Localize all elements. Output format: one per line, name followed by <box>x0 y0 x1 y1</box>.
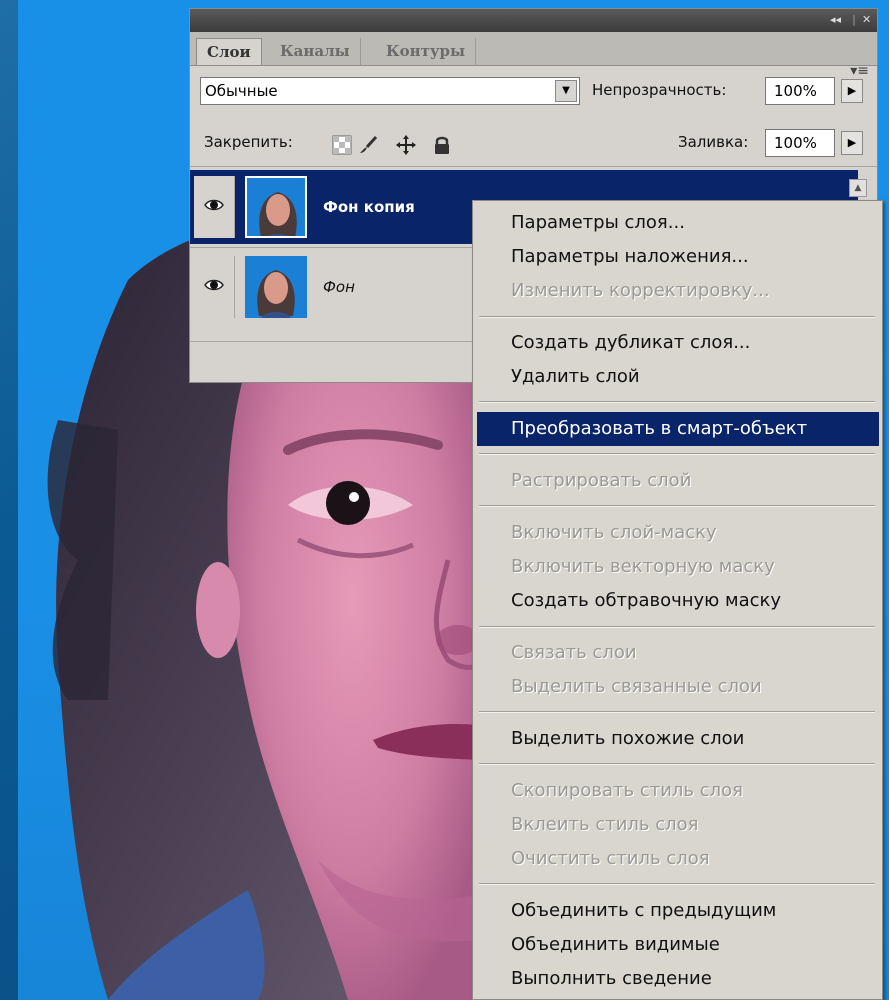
menu-separator <box>479 763 875 765</box>
menu-item-select-similar-layers[interactable]: Выделить похожие слои <box>473 722 882 756</box>
menu-separator <box>479 505 875 507</box>
flyout-arrow-icon[interactable]: ▶ <box>841 131 863 155</box>
menu-separator <box>479 401 875 403</box>
menu-item-edit-adjustment: Изменить корректировку... <box>511 280 770 301</box>
lock-all-icon[interactable] <box>432 135 452 155</box>
menu-item-select-linked-layers: Выделить связанные слои <box>511 676 762 697</box>
menu-item-enable-vector-mask: Включить векторную маску <box>511 556 775 577</box>
titlebar-divider: | <box>852 13 857 26</box>
fill-label: Заливка: <box>678 133 749 151</box>
layer-name[interactable]: Фон <box>323 278 355 296</box>
menu-item-paste-layer-style: Вклеить стиль слоя <box>511 814 699 835</box>
menu-item-link-layers: Связать слои <box>511 642 637 663</box>
visibility-toggle[interactable] <box>194 176 235 238</box>
layer-thumbnail <box>245 256 307 318</box>
divider <box>190 166 877 167</box>
lock-move-icon[interactable] <box>396 135 416 155</box>
layer-name[interactable]: Фон копия <box>323 198 415 216</box>
menu-item-delete-layer[interactable]: Удалить слой <box>473 360 882 394</box>
tab-paths[interactable]: Контуры <box>376 38 477 65</box>
eye-icon <box>204 199 224 211</box>
opacity-label: Непрозрачность: <box>592 81 727 99</box>
menu-item-create-clipping-mask[interactable]: Создать обтравочную маску <box>473 584 882 618</box>
menu-item-convert-to-smart-object[interactable]: Преобразовать в смарт-объект <box>477 412 879 446</box>
dropdown-arrow-icon[interactable]: ▼ <box>555 80 577 102</box>
panel-titlebar: ◂◂ | ✕ <box>190 9 877 32</box>
menu-item-enable-layer-mask: Включить слой-маску <box>511 522 717 543</box>
menu-separator <box>479 316 875 318</box>
lock-transparency-icon[interactable] <box>332 135 352 155</box>
blend-mode-select[interactable]: Обычные ▼ <box>200 77 580 105</box>
menu-item-merge-down[interactable]: Объединить с предыдущим <box>473 894 882 928</box>
menu-item-clear-layer-style: Очистить стиль слоя <box>511 848 710 869</box>
layer-thumbnail <box>245 176 307 238</box>
menu-item-layer-properties[interactable]: Параметры слоя... <box>473 206 882 240</box>
menu-separator <box>479 883 875 885</box>
menu-separator <box>479 711 875 713</box>
flyout-arrow-icon[interactable]: ▶ <box>841 79 863 103</box>
close-icon[interactable]: ✕ <box>862 13 871 26</box>
fill-field[interactable]: 100% <box>765 129 835 157</box>
menu-item-copy-layer-style: Скопировать стиль слоя <box>511 780 743 801</box>
tab-channels[interactable]: Каналы <box>270 38 361 65</box>
menu-item-duplicate-layer[interactable]: Создать дубликат слоя... <box>473 326 882 360</box>
visibility-toggle[interactable] <box>194 256 235 318</box>
menu-item-merge-visible[interactable]: Объединить видимые <box>473 928 882 962</box>
menu-item-flatten-image[interactable]: Выполнить сведение <box>473 962 882 996</box>
scroll-up-arrow-icon[interactable]: ▲ <box>849 179 867 197</box>
lock-label: Закрепить: <box>204 133 293 151</box>
collapse-icon[interactable]: ◂◂ <box>830 13 841 26</box>
opacity-field[interactable]: 100% <box>765 77 835 105</box>
menu-separator <box>479 453 875 455</box>
panel-tabs: Слои Каналы Контуры ▾≡ <box>190 32 877 79</box>
lock-paint-icon[interactable] <box>358 135 378 155</box>
menu-separator <box>479 626 875 628</box>
eye-icon <box>204 279 224 291</box>
tab-layers[interactable]: Слои <box>196 38 262 65</box>
panel-menu-icon[interactable]: ▾≡ <box>850 63 869 79</box>
menu-item-rasterize-layer: Растрировать слой <box>511 470 692 491</box>
menu-item-blending-options[interactable]: Параметры наложения... <box>473 240 882 274</box>
context-menu: Параметры слоя... Параметры наложения...… <box>472 200 883 1000</box>
blend-mode-value: Обычные <box>205 82 278 100</box>
